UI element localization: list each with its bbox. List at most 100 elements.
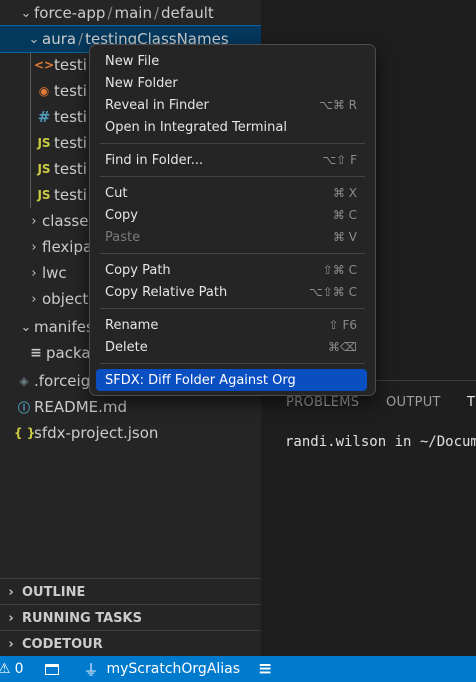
tree-label: flexipa	[42, 238, 93, 256]
menu-item-shortcut: ⌘ X	[332, 186, 357, 200]
path-separator: /	[153, 4, 160, 22]
tab-problems[interactable]: PROBLEMS	[286, 395, 359, 410]
js-file-icon: JS	[37, 136, 51, 150]
menu-item-open-terminal[interactable]: Open in Integrated Terminal	[96, 116, 367, 138]
js-file-icon: JS	[37, 162, 51, 176]
menu-item-shortcut: ⌥⇧ F	[322, 153, 357, 167]
org-alias[interactable]: myScratchOrgAlias	[107, 661, 241, 677]
menu-item-shortcut: ⇧⌘ C	[322, 263, 357, 277]
menu-separator	[100, 176, 365, 177]
menu-item-shortcut: ⌘⌫	[328, 340, 357, 354]
chevron-right-icon: ›	[31, 239, 37, 255]
menu-item-label: Paste	[105, 229, 141, 245]
chevron-right-icon: ›	[31, 291, 37, 307]
tree-label: testi	[54, 134, 87, 152]
tree-label: main	[114, 4, 152, 22]
path-separator: /	[107, 4, 113, 22]
tree-label: default	[161, 4, 214, 22]
menu-item-sfdx-diff-folder[interactable]: SFDX: Diff Folder Against Org	[96, 369, 367, 391]
section-title: CODETOUR	[22, 636, 103, 652]
terminal-prompt[interactable]: randi.wilson in ~/Docume	[285, 434, 476, 450]
chevron-right-icon: ›	[8, 610, 14, 626]
tree-file-sfdx-project[interactable]: { } sfdx-project.json	[0, 420, 261, 446]
menu-item-copy-path[interactable]: Copy Path ⇧⌘ C	[96, 259, 367, 281]
chevron-down-icon: ⌄	[20, 319, 32, 335]
menu-item-shortcut: ⌥⌘ R	[319, 98, 357, 112]
tree-label: testi	[54, 108, 87, 126]
status-bar: ⚠ 0 ⏚ myScratchOrgAlias ≡	[0, 656, 476, 682]
menu-item-reveal-in-finder[interactable]: Reveal in Finder ⌥⌘ R	[96, 94, 367, 116]
menu-item-new-folder[interactable]: New Folder	[96, 72, 367, 94]
chevron-down-icon: ⌄	[20, 5, 32, 21]
menu-item-cut[interactable]: Cut ⌘ X	[96, 182, 367, 204]
section-codetour[interactable]: › CODETOUR	[0, 630, 261, 657]
menu-item-label: Delete	[105, 339, 148, 355]
path-separator: /	[78, 30, 84, 48]
tree-label: sfdx-project.json	[34, 424, 159, 442]
menu-item-copy[interactable]: Copy ⌘ C	[96, 204, 367, 226]
browser-icon[interactable]	[45, 663, 60, 675]
tree-label: lwc	[42, 264, 67, 282]
menu-item-rename[interactable]: Rename ⇧ F6	[96, 314, 367, 336]
chevron-right-icon: ›	[31, 265, 37, 281]
menu-item-label: Copy	[105, 207, 138, 223]
tab-terminal[interactable]: T	[467, 395, 475, 410]
menu-item-label: Copy Path	[105, 262, 171, 278]
settings-file-icon: ◈	[19, 374, 29, 388]
chevron-right-icon: ›	[8, 636, 14, 652]
info-icon: ⓘ	[17, 400, 30, 415]
section-running-tasks[interactable]: › RUNNING TASKS	[0, 604, 261, 631]
menu-item-label: SFDX: Diff Folder Against Org	[105, 372, 296, 388]
plug-icon[interactable]: ⏚	[83, 659, 98, 680]
menu-item-label: Open in Integrated Terminal	[105, 119, 287, 135]
tree-label: testi	[54, 186, 87, 204]
css-file-icon: #	[37, 108, 51, 126]
chevron-down-icon: ⌄	[28, 31, 40, 47]
menu-item-shortcut: ⇧ F6	[328, 318, 357, 332]
tree-label: .forceig	[34, 372, 91, 390]
menu-separator	[100, 253, 365, 254]
tree-label: manifes	[34, 318, 94, 336]
menu-separator	[100, 308, 365, 309]
tree-folder-force-app[interactable]: ⌄ force-app / main / default	[0, 0, 261, 26]
menu-item-label: New Folder	[105, 75, 178, 91]
tree-label: force-app	[34, 4, 106, 22]
rss-file-icon: ◉	[38, 84, 50, 98]
section-title: RUNNING TASKS	[22, 610, 142, 626]
file-lines-icon: ≡	[30, 345, 42, 361]
html-file-icon: <>	[34, 58, 55, 72]
tree-label: object	[42, 290, 89, 308]
tree-label: packa	[46, 344, 91, 362]
menu-item-find-in-folder[interactable]: Find in Folder... ⌥⇧ F	[96, 149, 367, 171]
menu-lines-icon[interactable]: ≡	[258, 659, 272, 679]
json-file-icon: { }	[14, 426, 36, 440]
menu-separator	[100, 363, 365, 364]
menu-item-delete[interactable]: Delete ⌘⌫	[96, 336, 367, 358]
section-outline[interactable]: › OUTLINE	[0, 578, 261, 605]
menu-item-shortcut: ⌘ V	[332, 230, 357, 244]
menu-item-new-file[interactable]: New File	[96, 50, 367, 72]
tree-label: aura	[42, 30, 77, 48]
warning-count[interactable]: 0	[15, 661, 24, 677]
menu-item-label: Cut	[105, 185, 128, 201]
menu-item-shortcut: ⌘ C	[332, 208, 357, 222]
chevron-right-icon: ›	[8, 584, 14, 600]
menu-item-copy-relative-path[interactable]: Copy Relative Path ⌥⇧⌘ C	[96, 281, 367, 303]
tree-label: testi	[54, 160, 87, 178]
menu-separator	[100, 143, 365, 144]
menu-item-label: New File	[105, 53, 160, 69]
tree-label: testi	[54, 56, 87, 74]
tree-file-readme[interactable]: ⓘ README.md	[0, 394, 261, 420]
section-title: OUTLINE	[22, 584, 86, 600]
menu-item-label: Reveal in Finder	[105, 97, 209, 113]
menu-item-label: Rename	[105, 317, 159, 333]
warning-icon[interactable]: ⚠	[0, 661, 11, 677]
context-menu: New File New Folder Reveal in Finder ⌥⌘ …	[89, 44, 376, 396]
chevron-right-icon: ›	[31, 213, 37, 229]
menu-item-paste[interactable]: Paste ⌘ V	[96, 226, 367, 248]
tree-label: testi	[54, 82, 87, 100]
tab-output[interactable]: OUTPUT	[386, 395, 441, 410]
menu-item-label: Find in Folder...	[105, 152, 204, 168]
menu-item-label: Copy Relative Path	[105, 284, 228, 300]
tree-label: classe	[42, 212, 89, 230]
